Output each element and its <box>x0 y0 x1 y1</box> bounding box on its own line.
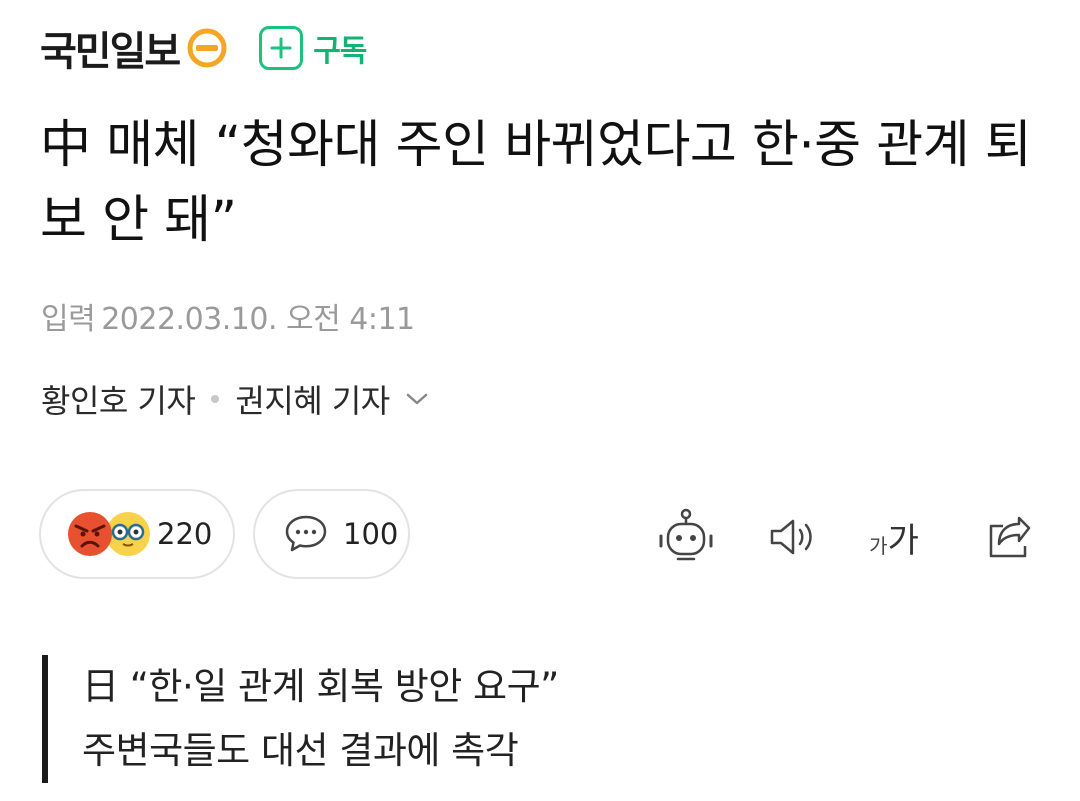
comment-count: 100 <box>343 517 399 551</box>
separator-dot <box>211 395 220 403</box>
subscribe-button[interactable]: 구독 <box>259 26 367 70</box>
reporter-name: 황인호 기자 <box>41 382 196 420</box>
article-summary: 日 “한·일 관계 회복 방안 요구” 주변국들도 대선 결과에 촉각 <box>42 655 559 783</box>
reporter-list[interactable]: 황인호 기자 권지혜 기자 <box>41 376 428 422</box>
article-datetime: 입력 2022.03.10. 오전 4:11 <box>41 294 415 338</box>
reporter-name: 권지혜 기자 <box>235 382 390 420</box>
robot-icon <box>659 508 713 561</box>
plus-icon <box>259 26 304 70</box>
press-header: 국민일보 구독 <box>40 19 367 77</box>
reaction-emojis <box>67 509 157 559</box>
listen-button[interactable] <box>760 505 824 569</box>
chevron-down-icon[interactable] <box>406 392 428 406</box>
article-headline: 中 매체 “청와대 주인 바뀌었다고 한·중 관계 퇴보 안 돼” <box>40 116 1032 250</box>
speaker-icon <box>770 519 812 555</box>
datetime-value: 2022.03.10. 오전 4:11 <box>101 302 415 337</box>
reaction-count: 220 <box>157 517 213 551</box>
press-logo-icon <box>187 28 227 68</box>
datetime-label: 입력 <box>41 302 96 337</box>
share-icon <box>989 516 1031 558</box>
font-small-glyph: 가 <box>869 533 888 558</box>
subscribe-label: 구독 <box>313 34 367 69</box>
share-button[interactable] <box>978 505 1042 569</box>
summary-bot-button[interactable] <box>654 505 718 569</box>
reaction-button[interactable]: 220 <box>39 489 235 579</box>
comment-bubble-icon <box>285 515 327 552</box>
angry-face-icon <box>68 512 112 556</box>
font-size-button[interactable]: 가가 <box>862 505 926 569</box>
comment-button[interactable]: 100 <box>253 489 410 579</box>
summary-line: 주변국들도 대선 결과에 촉각 <box>82 729 519 772</box>
press-name[interactable]: 국민일보 <box>40 19 181 77</box>
font-large-glyph: 가 <box>887 520 919 561</box>
summary-line: 日 “한·일 관계 회복 방안 요구” <box>82 665 559 708</box>
